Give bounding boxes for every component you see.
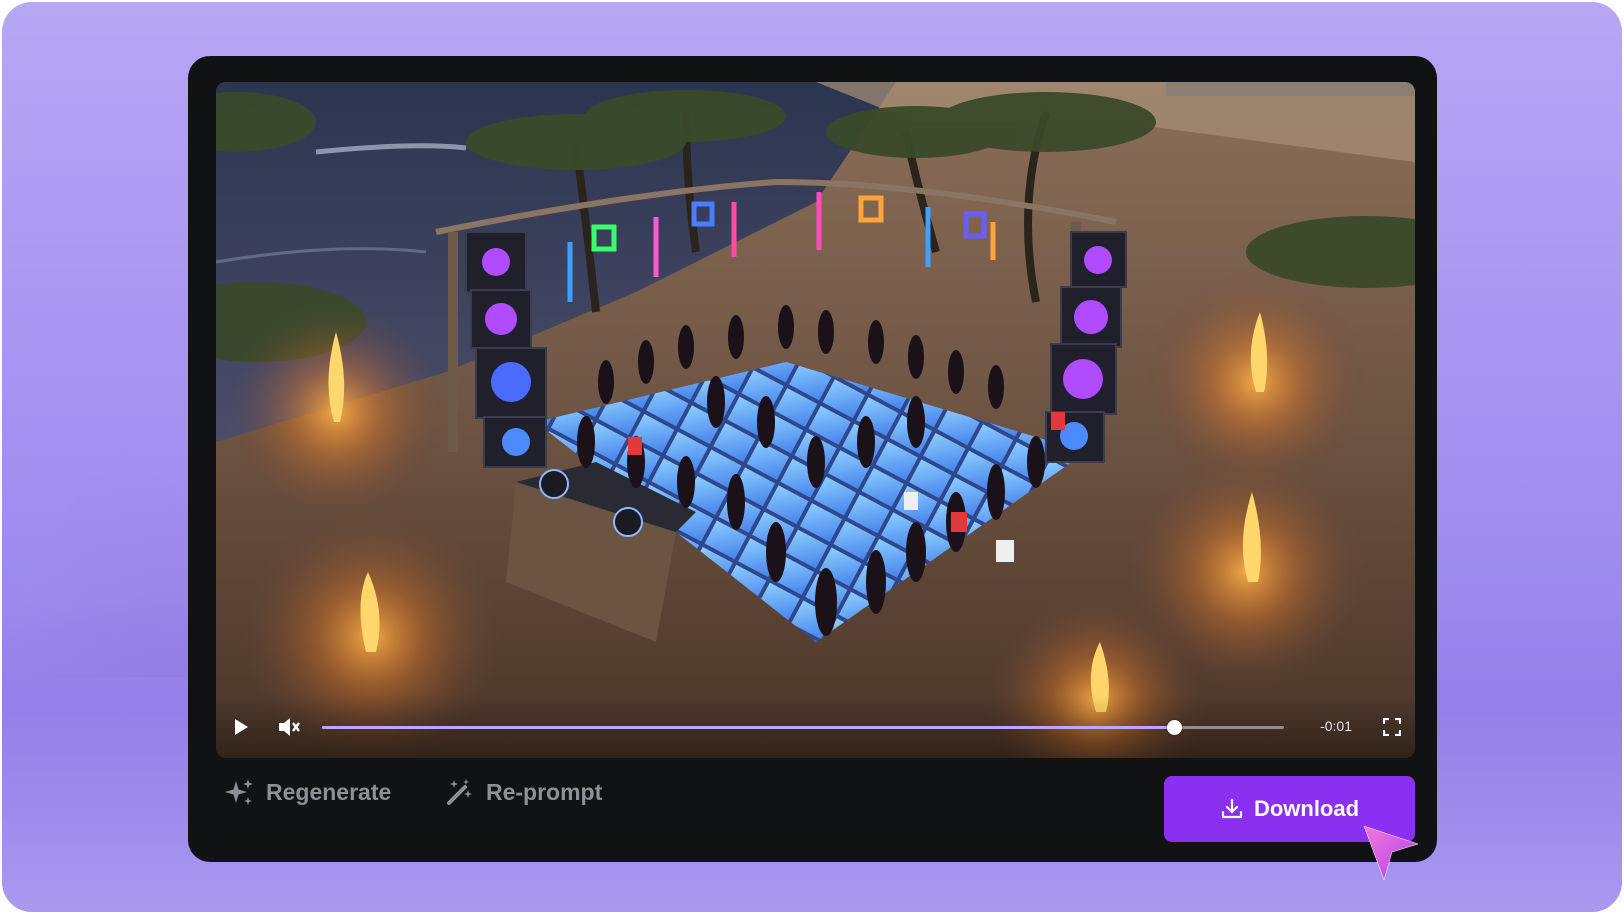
- reprompt-button[interactable]: Re-prompt: [446, 768, 602, 816]
- sparkle-icon: [225, 779, 253, 805]
- play-icon: [235, 719, 248, 735]
- video-frame-beach-party: [216, 82, 1415, 758]
- video-result-card: -0:01 Regenerate Re-prompt Download: [188, 56, 1437, 862]
- play-button[interactable]: [228, 714, 254, 740]
- download-icon: [1221, 798, 1243, 819]
- progress-fill: [322, 726, 1174, 729]
- regenerate-button[interactable]: Regenerate: [224, 768, 391, 816]
- video-player[interactable]: -0:01: [216, 82, 1415, 758]
- regenerate-label: Regenerate: [266, 778, 392, 805]
- progress-thumb[interactable]: [1166, 720, 1182, 735]
- fullscreen-button[interactable]: [1379, 714, 1405, 740]
- cursor-pointer-icon: [1363, 825, 1419, 881]
- download-label: Download: [1253, 796, 1360, 821]
- magic-wand-icon: [447, 779, 472, 805]
- reprompt-label: Re-prompt: [486, 778, 603, 805]
- progress-bar[interactable]: [322, 720, 1284, 735]
- video-controls-bar: -0:01: [216, 694, 1415, 758]
- fullscreen-icon: [1383, 718, 1401, 736]
- mute-icon: [279, 718, 300, 736]
- time-remaining: -0:01: [1320, 718, 1352, 734]
- mute-button[interactable]: [276, 714, 302, 740]
